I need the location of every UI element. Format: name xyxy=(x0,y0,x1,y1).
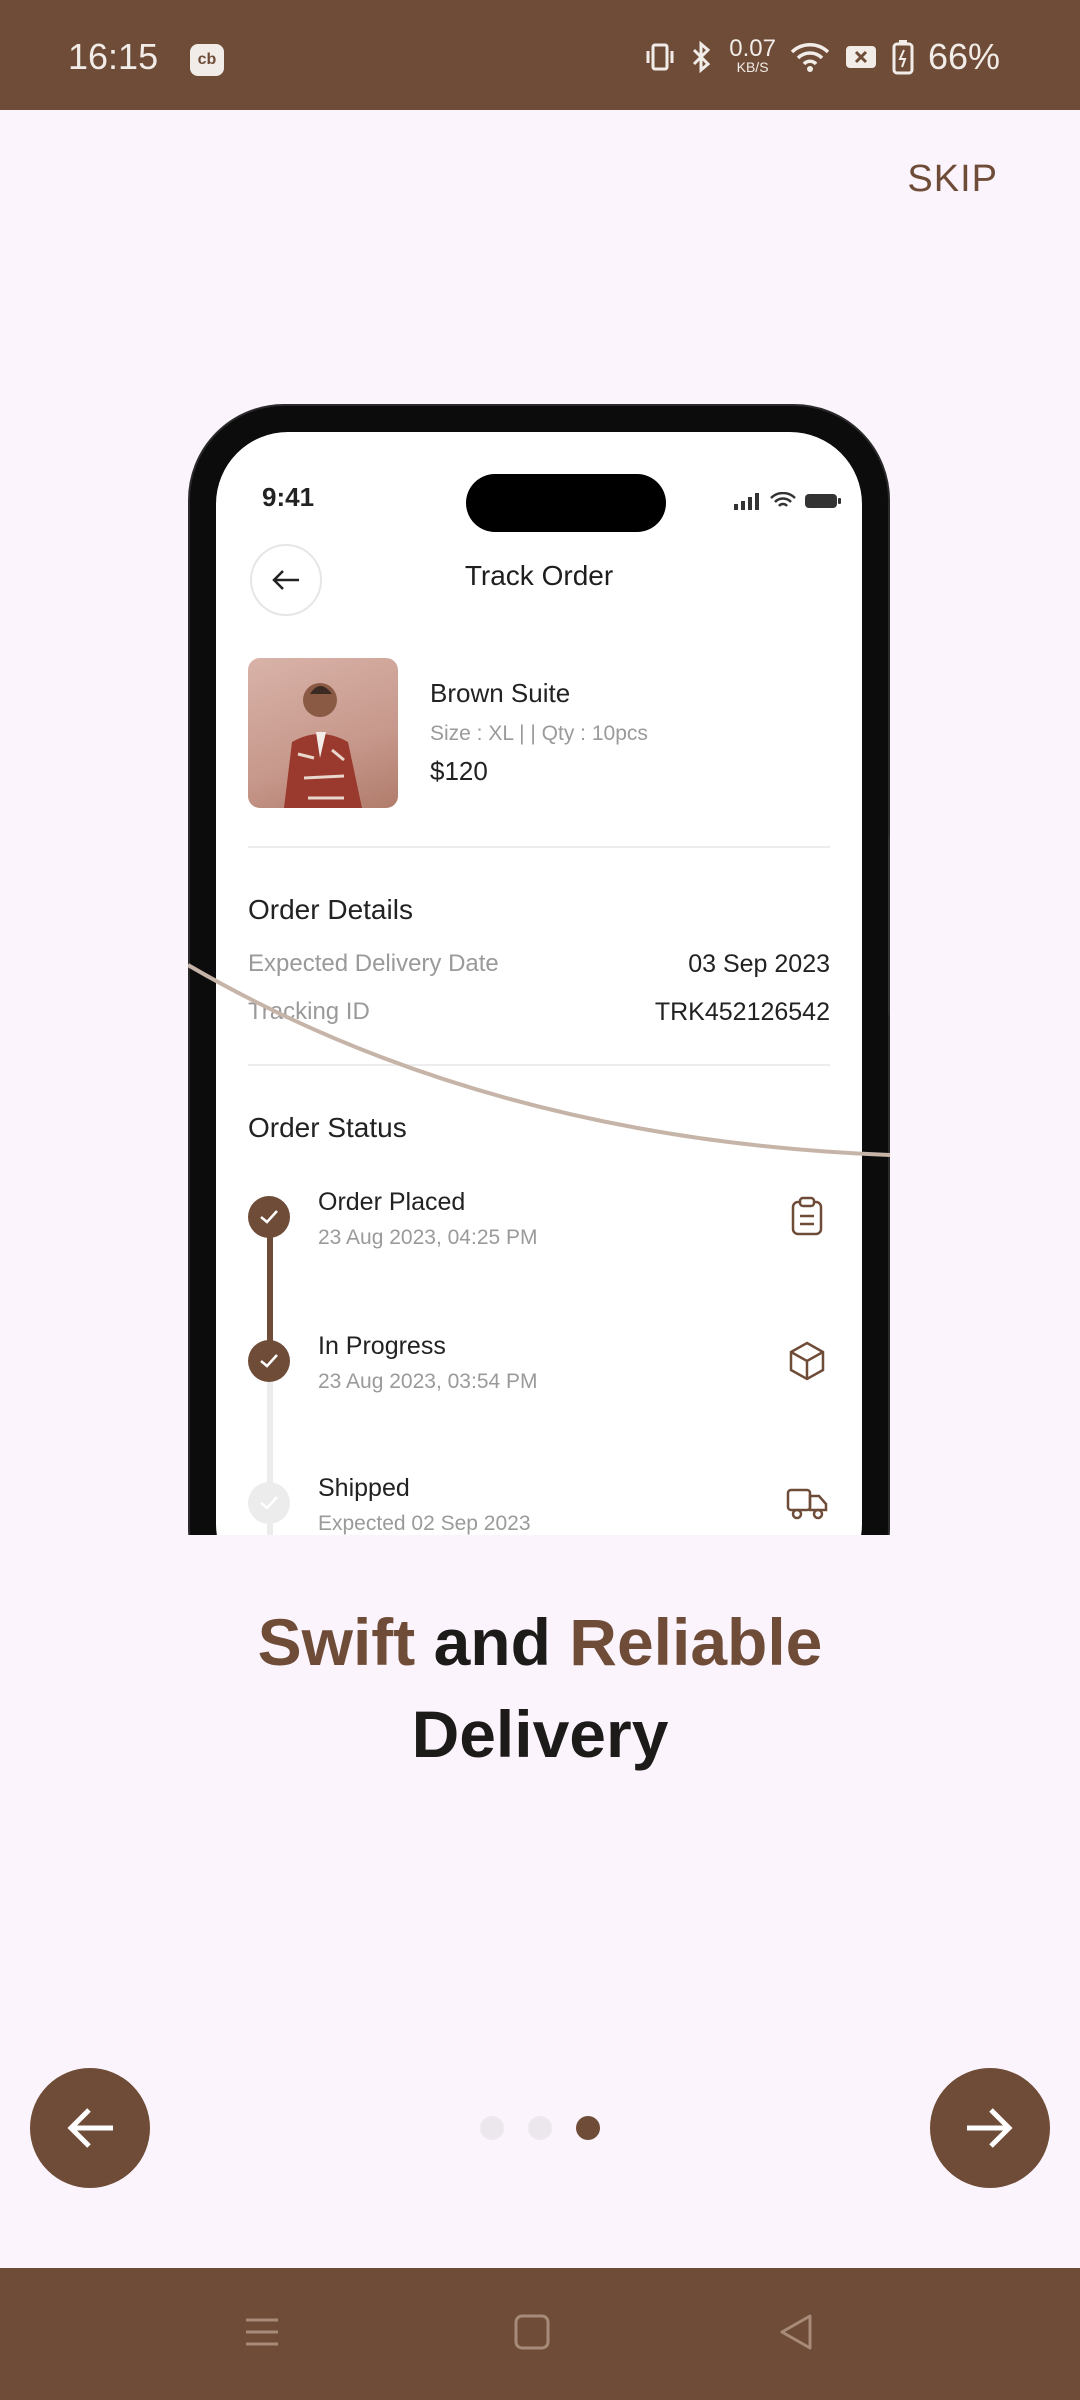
pagination-dot xyxy=(480,2116,504,2140)
arrow-right-icon xyxy=(967,2108,1013,2148)
next-button[interactable] xyxy=(930,2068,1050,2188)
status-icons: 0.07 KB/S 66% xyxy=(645,36,1000,78)
onboarding-illustration: 9:41 Track Order Brown Suite Size: XL |… xyxy=(188,400,890,1535)
vibrate-icon xyxy=(646,43,674,71)
pagination-dots xyxy=(0,2116,1080,2140)
battery-percent: 66% xyxy=(927,36,1000,77)
home-icon[interactable] xyxy=(512,2312,552,2352)
menu-icon[interactable] xyxy=(242,2312,282,2352)
skip-button[interactable]: SKIP xyxy=(907,158,998,201)
sim-icon xyxy=(845,46,876,68)
headline-delivery: Delivery xyxy=(411,1697,669,1771)
system-navigation-bar xyxy=(0,2268,1080,2400)
decorative-curve xyxy=(188,963,890,1157)
headline-and: and xyxy=(415,1605,570,1679)
app-notification-icon: cb xyxy=(190,44,224,76)
back-icon[interactable] xyxy=(776,2312,816,2352)
bluetooth-icon xyxy=(693,40,711,74)
headline-accent-reliable: Reliable xyxy=(569,1605,823,1679)
network-speed-value: 0.07 xyxy=(729,34,776,62)
wifi-icon xyxy=(790,43,830,72)
headline-accent-swift: Swift xyxy=(257,1605,416,1679)
pagination-dot xyxy=(528,2116,552,2140)
status-time: 16:15 xyxy=(68,36,159,77)
status-bar: 16:15 cb 0.07 KB/S 66% xyxy=(0,0,1080,110)
network-speed: 0.07 KB/S xyxy=(729,34,776,76)
onboarding-headline: Swift and Reliable Delivery xyxy=(0,1596,1080,1780)
battery-icon xyxy=(892,40,914,75)
pagination-dot-active xyxy=(576,2116,600,2140)
